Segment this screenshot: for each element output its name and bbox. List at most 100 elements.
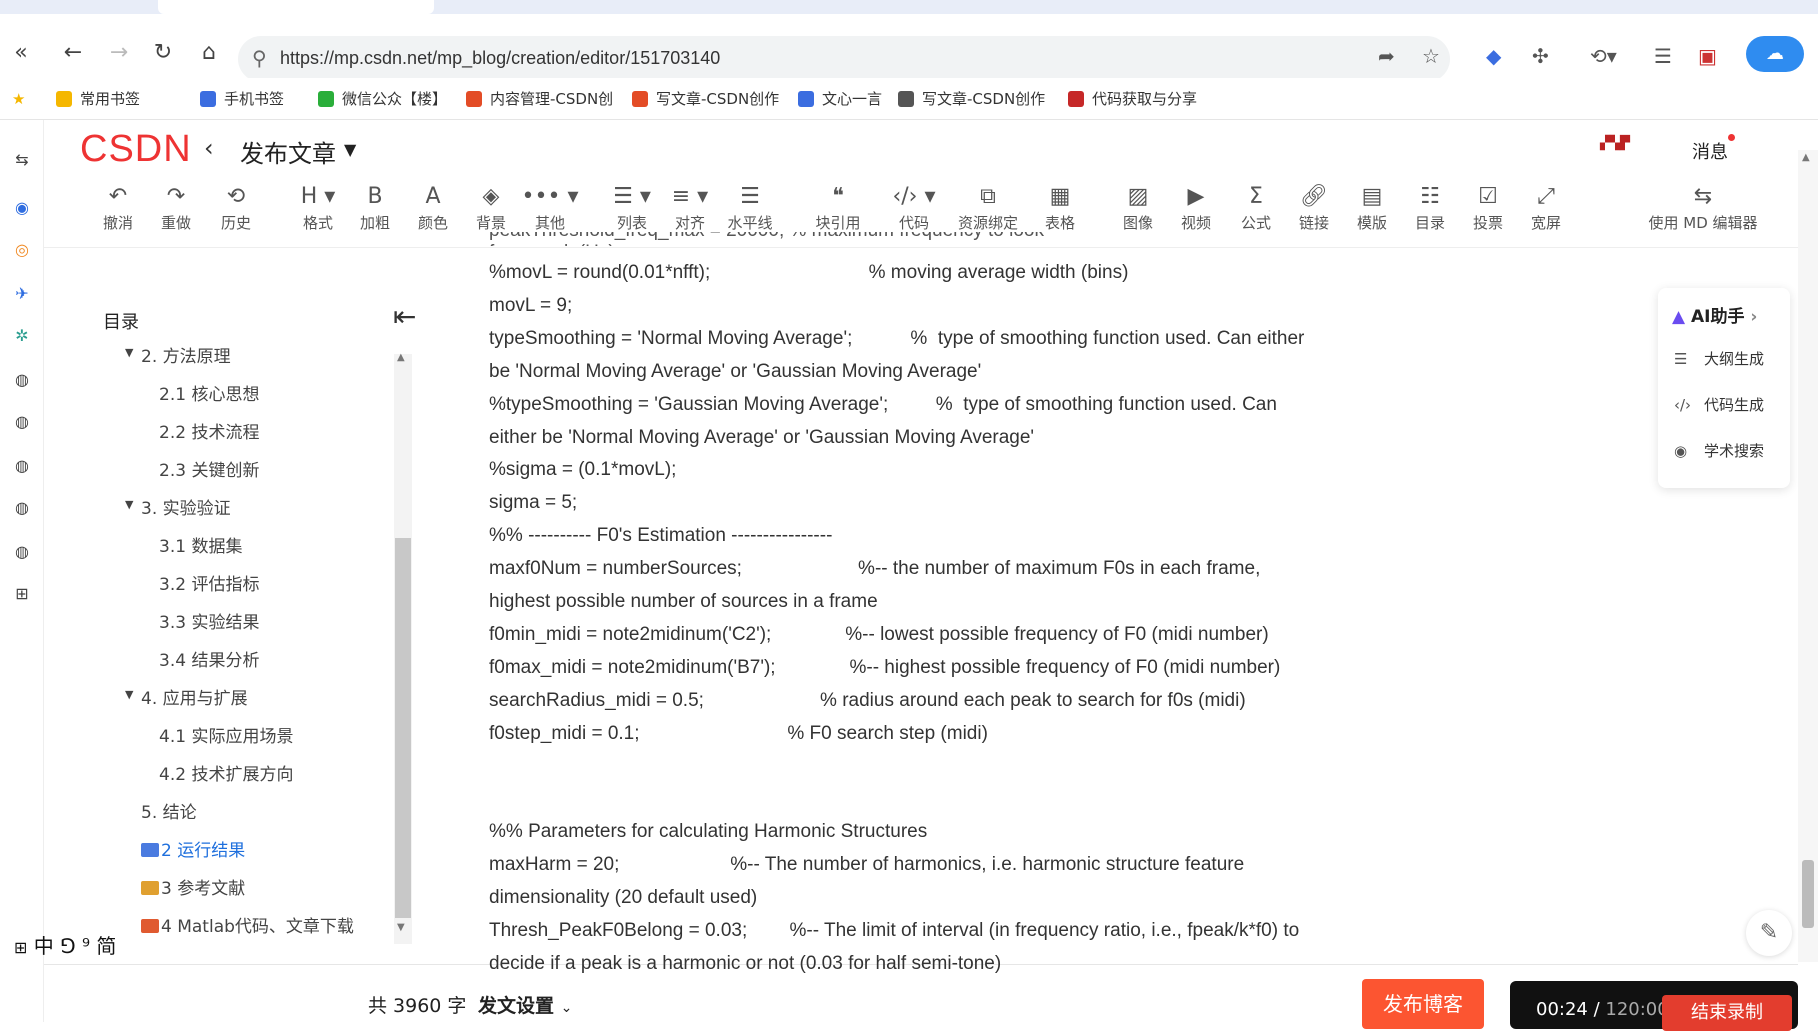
- toc-item[interactable]: 3 参考文献: [141, 874, 245, 899]
- toc-item[interactable]: 2 运行结果: [141, 836, 245, 861]
- globe-icon[interactable]: ◍: [12, 456, 32, 476]
- toc-scroll-thumb[interactable]: [395, 538, 411, 918]
- back-arrow-icon[interactable]: ‹: [204, 134, 214, 162]
- globe-icon[interactable]: ◍: [12, 498, 32, 518]
- toolbar-code-button[interactable]: ‹/› ▾ 代码: [884, 182, 944, 233]
- page-scroll-thumb[interactable]: [1802, 860, 1814, 928]
- toolbar-more-button[interactable]: ••• ▾ 其他: [520, 182, 580, 233]
- globe-icon[interactable]: ◍: [12, 542, 32, 562]
- toc-item[interactable]: 3. 实验验证: [141, 494, 231, 519]
- bookmark-item[interactable]: 文心一言: [798, 84, 882, 114]
- toolbar-switch-editor-button[interactable]: ⇆ 使用 MD 编辑器: [1638, 182, 1768, 233]
- stop-recording-button[interactable]: 结束录制: [1662, 995, 1792, 1031]
- chevron-down-icon[interactable]: ▼: [344, 140, 356, 159]
- publish-settings-toggle[interactable]: 发文设置 ⌄: [478, 991, 572, 1018]
- toc-item[interactable]: 4.2 技术扩展方向: [159, 760, 293, 785]
- bookmark-item[interactable]: 微信公众【楼】: [318, 84, 447, 114]
- toc-item[interactable]: 3.2 评估指标: [159, 570, 259, 595]
- toolbar-label: 重做: [160, 214, 191, 232]
- bookmark-item[interactable]: 写文章-CSDN创作: [632, 84, 779, 114]
- toolbar-resource-button[interactable]: ⧉ 资源绑定: [958, 182, 1018, 233]
- toolbar-toc-button[interactable]: ☷ 目录: [1400, 182, 1460, 233]
- toc-item[interactable]: 4. 应用与扩展: [141, 684, 248, 709]
- bookmark-item[interactable]: 写文章-CSDN创作: [898, 84, 1045, 114]
- toc-item[interactable]: 3.4 结果分析: [159, 646, 259, 671]
- back-icon[interactable]: ←: [60, 40, 86, 66]
- scroll-down-icon[interactable]: ▼: [397, 922, 405, 933]
- toolbar-list-button[interactable]: ☰ ▾ 列表: [602, 182, 662, 233]
- toc-item[interactable]: 2.2 技术流程: [159, 418, 259, 443]
- toolbar-formula-button[interactable]: Σ 公式: [1226, 182, 1286, 233]
- weibo-icon[interactable]: ◎: [12, 240, 32, 260]
- toc-item[interactable]: 3.1 数据集: [159, 532, 242, 557]
- puzzle-icon[interactable]: ✣: [1532, 44, 1549, 68]
- messages-link[interactable]: 消息: [1692, 138, 1728, 164]
- profile-icon[interactable]: ▣: [1698, 44, 1717, 68]
- scroll-up-icon[interactable]: ▲: [1802, 152, 1810, 163]
- browser-tab-active[interactable]: [158, 0, 434, 14]
- toolbar-redo-button[interactable]: ↷ 重做: [146, 182, 206, 233]
- ai-item[interactable]: ☰ 大纲生成: [1674, 348, 1764, 369]
- toolbar-template-button[interactable]: ▤ 模版: [1342, 182, 1402, 233]
- toolbar-quote-button[interactable]: ❝ 块引用: [808, 182, 868, 233]
- search-app-icon[interactable]: ◉: [12, 198, 32, 218]
- cloud-sync-icon[interactable]: ☁: [1746, 36, 1804, 72]
- add-icon[interactable]: ⊞: [12, 584, 32, 604]
- history-menu-icon[interactable]: ⟲▾: [1590, 44, 1617, 68]
- chevron-down-icon[interactable]: ▼: [125, 688, 133, 701]
- toolbar-undo-button[interactable]: ↶ 撤消: [88, 182, 148, 233]
- toolbar-widescreen-button[interactable]: ⤢ 宽屏: [1516, 182, 1576, 233]
- sidebar-collapse-icon[interactable]: «: [8, 40, 34, 66]
- forward-icon[interactable]: →: [106, 40, 132, 66]
- toc-item[interactable]: 3.3 实验结果: [159, 608, 259, 633]
- bookmark-item[interactable]: 内容管理-CSDN创: [466, 84, 613, 114]
- bookmark-star-icon[interactable]: ☆: [1422, 44, 1440, 68]
- share-icon[interactable]: ➦: [1378, 44, 1395, 68]
- reload-icon[interactable]: ↻: [150, 40, 176, 66]
- toc-item[interactable]: 4.1 实际应用场景: [159, 722, 293, 747]
- globe-icon[interactable]: ◍: [12, 370, 32, 390]
- bird-icon[interactable]: ✈: [12, 284, 32, 304]
- globe-icon[interactable]: ◍: [12, 412, 32, 432]
- toolbar-heading-button[interactable]: H ▾ 格式: [288, 182, 348, 233]
- toolbar-horizontal-rule-button[interactable]: ☰ 水平线: [720, 182, 780, 233]
- toolbar-align-button[interactable]: ≡ ▾ 对齐: [660, 182, 720, 233]
- page-title[interactable]: 发布文章: [240, 134, 336, 169]
- toolbar-vote-button[interactable]: ☑ 投票: [1458, 182, 1518, 233]
- toc-item[interactable]: 2.1 核心思想: [159, 380, 259, 405]
- toc-item[interactable]: 2. 方法原理: [141, 342, 231, 367]
- home-icon[interactable]: ⌂: [196, 40, 222, 66]
- ai-assistant-header[interactable]: ▲ AI助手 ›: [1672, 302, 1757, 327]
- ai-item[interactable]: ‹/› 代码生成: [1674, 394, 1764, 415]
- address-bar[interactable]: ⚲ https://mp.csdn.net/mp_blog/creation/e…: [238, 36, 1450, 82]
- extension-icon[interactable]: ◆: [1486, 44, 1501, 68]
- toc-item-label: 4 Matlab代码、文章下载: [161, 917, 354, 937]
- bookmark-star-icon[interactable]: ★: [12, 84, 25, 114]
- ime-status-bar[interactable]: ⊞ 中 ⅁ ⁹ 简: [14, 930, 174, 958]
- bookmark-item[interactable]: 手机书签: [200, 84, 284, 114]
- toolbar-table-button[interactable]: ▦ 表格: [1030, 182, 1090, 233]
- csdn-logo[interactable]: CSDN: [80, 128, 192, 171]
- chevron-down-icon[interactable]: ▼: [125, 498, 133, 511]
- bookmark-item[interactable]: 代码获取与分享: [1068, 84, 1197, 114]
- toolbar-video-button[interactable]: ▶ 视频: [1166, 182, 1226, 233]
- toolbar-link-button[interactable]: 🔗︎ 链接: [1284, 182, 1344, 233]
- menu-icon[interactable]: ☰: [1654, 44, 1672, 68]
- plant-icon[interactable]: ✲: [12, 326, 32, 346]
- toc-item[interactable]: 2.3 关键创新: [159, 456, 259, 481]
- collapse-toc-icon[interactable]: ⇤: [393, 300, 416, 333]
- toc-item[interactable]: 5. 结论: [141, 798, 197, 823]
- avatar[interactable]: ▞▚▛: [1600, 136, 1650, 160]
- bookmark-item[interactable]: 常用书签: [56, 84, 140, 114]
- feedback-edit-icon[interactable]: ✎: [1746, 910, 1792, 956]
- toolbar-paint-bucket-button[interactable]: ◈ 背景: [461, 182, 521, 233]
- scroll-up-icon[interactable]: ▲: [397, 352, 405, 363]
- page-scrollbar[interactable]: [1798, 150, 1818, 962]
- ai-item[interactable]: ◉ 学术搜索: [1674, 440, 1764, 461]
- toolbar-history-button[interactable]: ⟲ 历史: [206, 182, 266, 233]
- toolbar-image-button[interactable]: ▨ 图像: [1108, 182, 1168, 233]
- chevron-down-icon[interactable]: ▼: [125, 346, 133, 359]
- swap-icon[interactable]: ⇆: [12, 150, 32, 170]
- toolbar-font-color-button[interactable]: A 颜色: [403, 182, 463, 233]
- toolbar-bold-button[interactable]: B 加粗: [345, 182, 405, 233]
